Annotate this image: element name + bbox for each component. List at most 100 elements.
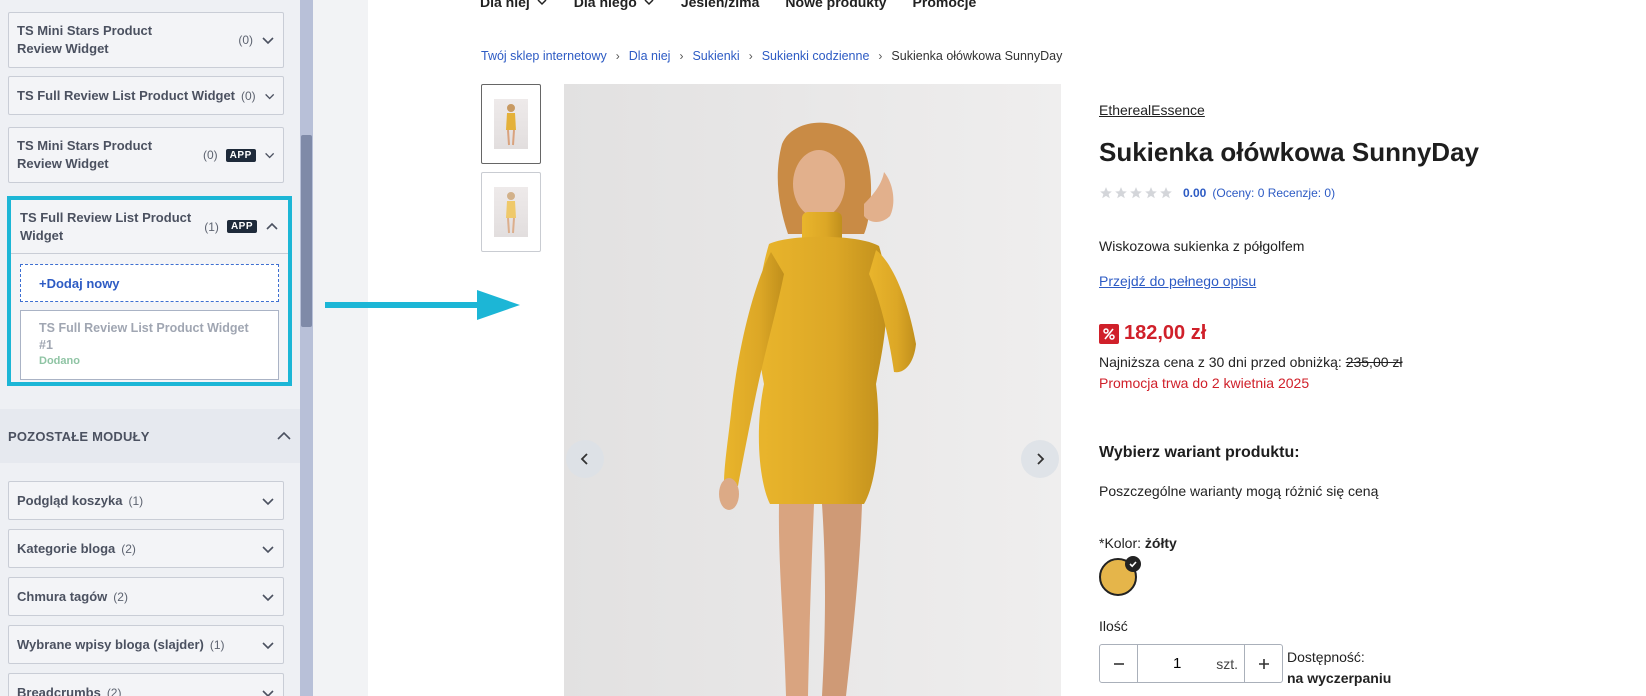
widget-instance-status: Dodano — [39, 355, 80, 367]
chevron-down-icon[interactable] — [261, 33, 275, 47]
breadcrumb-link[interactable]: Twój sklep internetowy — [481, 49, 607, 63]
module-count: (2) — [106, 685, 122, 696]
chevron-right-icon: › — [878, 49, 883, 63]
product-photo — [564, 84, 1061, 696]
breadcrumb-link[interactable]: Sukienki codzienne — [762, 49, 870, 63]
quantity-label: Ilość — [1099, 618, 1128, 634]
chevron-right-icon: › — [615, 49, 620, 63]
gallery-thumbnail[interactable] — [481, 84, 541, 164]
widget-item[interactable]: TS Mini Stars Product Review Widget (0) … — [8, 127, 284, 183]
module-title: Podgląd koszyka — [17, 492, 123, 508]
sidebar-scrollbar[interactable] — [300, 0, 313, 696]
star-icon — [1145, 187, 1157, 199]
module-count: (1) — [209, 637, 225, 652]
module-title: Chmura tagów — [17, 588, 108, 604]
module-item[interactable]: Breadcrumbs (2) — [8, 673, 284, 696]
widget-title: TS Mini Stars Product Review Widget — [17, 23, 153, 56]
widget-instance[interactable]: TS Full Review List Product Widget #1 Do… — [20, 310, 279, 380]
star-icon — [1100, 187, 1112, 199]
breadcrumb-current: Sukienka ołówkowa SunnyDay — [891, 49, 1063, 63]
app-badge: APP — [225, 148, 256, 162]
chevron-up-icon[interactable] — [276, 428, 292, 444]
chevron-down-icon[interactable] — [261, 638, 275, 652]
chevron-down-icon[interactable] — [264, 148, 275, 162]
rating-summary[interactable]: 0.00 (Oceny: 0 Recenzje: 0) — [1099, 186, 1335, 200]
chevron-right-icon: › — [748, 49, 753, 63]
module-title: Breadcrumbs — [17, 684, 101, 696]
quantity-input[interactable] — [1157, 655, 1198, 672]
widget-item[interactable]: TS Full Review List Product Widget (0) — [8, 76, 284, 115]
module-title: Kategorie bloga — [17, 540, 116, 556]
breadcrumb: Twój sklep internetowy › Dla niej › Suki… — [481, 49, 1062, 63]
brand-link[interactable]: EtherealEssence — [1099, 102, 1205, 118]
chevron-down-icon — [644, 0, 654, 6]
app-badge: APP — [226, 220, 257, 233]
rating-score: 0.00 — [1183, 186, 1207, 200]
module-item[interactable]: Podgląd koszyka (1) — [8, 481, 284, 520]
product-main-image[interactable] — [564, 84, 1061, 696]
star-icon — [1115, 187, 1127, 199]
widget-count: (0) — [241, 88, 256, 103]
chevron-down-icon[interactable] — [264, 89, 275, 103]
widget-expanded: TS Full Review List Product Widget (1) A… — [7, 196, 292, 386]
chevron-down-icon[interactable] — [261, 542, 275, 556]
quantity-increase-button[interactable] — [1244, 645, 1282, 682]
widget-item[interactable]: TS Mini Stars Product Review Widget (0) — [8, 12, 284, 68]
nav-label: Promocje — [912, 0, 977, 10]
lowest-price-info: Najniższa cena z 30 dni przed obniżką: 2… — [1099, 354, 1403, 370]
nav-label: Dla niego — [573, 0, 637, 10]
availability-label: Dostępność: — [1287, 649, 1365, 665]
nav-label: Nowe produkty — [785, 0, 887, 10]
color-value: żółty — [1144, 535, 1177, 551]
chevron-down-icon[interactable] — [261, 686, 275, 696]
module-item[interactable]: Chmura tagów (2) — [8, 577, 284, 616]
widget-instance-title: TS Full Review List Product Widget #1 — [39, 321, 249, 352]
rating-reviews-link[interactable]: (Oceny: 0 Recenzje: 0) — [1212, 186, 1335, 200]
nav-item-jesien-zima[interactable]: Jesień/zima — [681, 0, 760, 10]
full-description-link[interactable]: Przejdź do pełnego opisu — [1099, 273, 1256, 289]
star-icon — [1160, 187, 1172, 199]
thumbnail-image — [494, 187, 528, 237]
module-count: (1) — [128, 493, 144, 508]
quantity-unit: szt. — [1216, 655, 1238, 672]
nav-item-dla-niego[interactable]: Dla niego — [574, 0, 655, 10]
gallery-next-button[interactable] — [1021, 440, 1059, 478]
quantity-value-wrap — [1138, 655, 1216, 672]
scrollbar-thumb[interactable] — [301, 135, 312, 327]
arrow-right-icon — [1037, 453, 1045, 465]
breadcrumb-link[interactable]: Sukienki — [692, 49, 739, 63]
color-label-text: *Kolor: — [1099, 535, 1145, 551]
chevron-down-icon — [537, 0, 547, 6]
widget-expanded-header[interactable]: TS Full Review List Product Widget (1) A… — [11, 200, 288, 254]
breadcrumb-link[interactable]: Dla niej — [629, 49, 671, 63]
nav-item-nowe-produkty[interactable]: Nowe produkty — [785, 0, 886, 10]
quantity-decrease-button[interactable] — [1100, 645, 1138, 682]
section-header[interactable]: POZOSTAŁE MODUŁY — [0, 409, 300, 463]
thumbnail-image — [494, 99, 528, 149]
price-row: 182,00 zł — [1099, 322, 1206, 345]
percent-icon — [1099, 323, 1119, 344]
minus-icon — [1113, 662, 1124, 665]
module-item[interactable]: Wybrane wpisy bloga (slajder) (1) — [8, 625, 284, 664]
variant-note: Poszczególne warianty mogą różnić się ce… — [1099, 483, 1379, 499]
lowest-price-label: Najniższa cena z 30 dni przed obniżką: — [1099, 354, 1346, 370]
chevron-up-icon[interactable] — [265, 220, 279, 234]
widget-count: (0) — [203, 148, 218, 162]
chevron-down-icon[interactable] — [261, 494, 275, 508]
nav-label: Jesień/zima — [680, 0, 760, 10]
short-description: Wiskozowa sukienka z półgolfem — [1099, 238, 1305, 254]
main-nav: Dla niej Dla niego Jesień/zima Nowe prod… — [480, 0, 976, 10]
nav-item-promocje[interactable]: Promocje — [913, 0, 977, 10]
widget-title: TS Mini Stars Product Review Widget — [17, 138, 153, 171]
availability-value: na wyczerpaniu — [1287, 670, 1392, 686]
rating-stars — [1099, 186, 1173, 200]
chevron-down-icon[interactable] — [261, 590, 275, 604]
gallery-prev-button[interactable] — [566, 440, 604, 478]
add-new-button[interactable]: +Dodaj nowy — [20, 264, 279, 302]
nav-item-dla-niej[interactable]: Dla niej — [480, 0, 548, 10]
product-price: 182,00 zł — [1124, 322, 1207, 344]
preview-gutter — [313, 0, 368, 696]
module-item[interactable]: Kategorie bloga (2) — [8, 529, 284, 568]
color-label: *Kolor: żółty — [1099, 535, 1177, 551]
gallery-thumbnail[interactable] — [481, 172, 541, 252]
